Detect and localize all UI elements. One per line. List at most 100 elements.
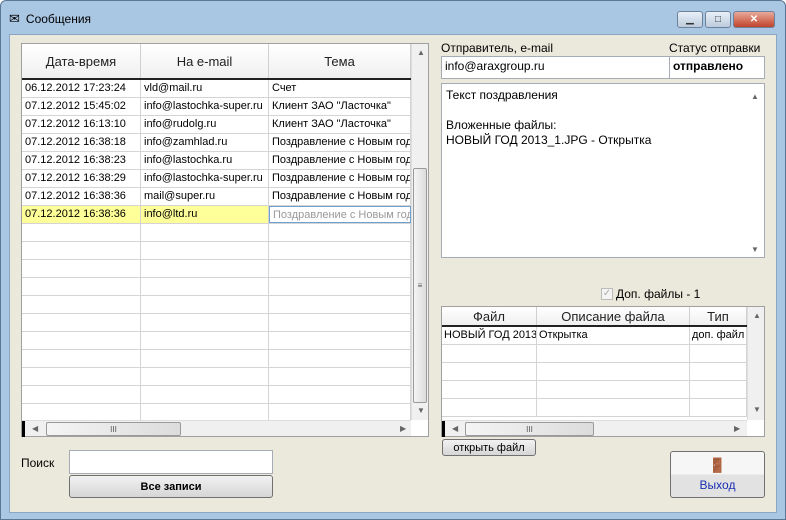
empty-row[interactable] bbox=[22, 368, 411, 386]
table-cell[interactable]: 07.12.2012 16:38:29 bbox=[22, 170, 141, 187]
table-cell[interactable]: vld@mail.ru bbox=[141, 80, 269, 97]
file-cell[interactable]: НОВЫЙ ГОД 2013_1.JPG bbox=[442, 327, 537, 344]
table-cell[interactable]: info@lastochka-super.ru bbox=[141, 98, 269, 115]
files-grid[interactable]: Файл Описание файла Тип НОВЫЙ ГОД 2013_1… bbox=[441, 306, 765, 437]
file-cell[interactable] bbox=[690, 363, 747, 380]
table-row[interactable]: 07.12.2012 16:38:18 info@zamhlad.ru Поздра… bbox=[22, 134, 411, 152]
scroll-up-icon[interactable]: ▲ bbox=[751, 89, 759, 104]
table-cell[interactable]: Поздравление с Новым годом bbox=[269, 206, 411, 223]
table-cell[interactable] bbox=[141, 404, 269, 420]
table-cell[interactable] bbox=[269, 368, 411, 385]
scroll-down-icon[interactable]: ▼ bbox=[751, 242, 759, 257]
messages-grid[interactable]: Дата-время На e-mail Тема 06.12.2012 17:… bbox=[21, 43, 429, 437]
file-cell[interactable] bbox=[690, 399, 747, 416]
empty-row[interactable] bbox=[442, 399, 747, 417]
column-header-type[interactable]: Тип bbox=[690, 307, 747, 325]
table-cell[interactable]: 06.12.2012 17:23:24 bbox=[22, 80, 141, 97]
status-field[interactable]: отправлено bbox=[669, 56, 765, 79]
scroll-up-icon[interactable]: ▲ bbox=[417, 48, 425, 57]
table-row[interactable]: 07.12.2012 16:38:36 mail@super.ru Поздравл… bbox=[22, 188, 411, 206]
empty-row[interactable] bbox=[22, 314, 411, 332]
empty-row[interactable] bbox=[22, 386, 411, 404]
empty-row[interactable] bbox=[442, 381, 747, 399]
table-cell[interactable] bbox=[141, 368, 269, 385]
table-cell[interactable]: 07.12.2012 16:38:36 bbox=[22, 206, 141, 223]
file-cell[interactable] bbox=[537, 381, 690, 398]
table-cell[interactable] bbox=[269, 386, 411, 403]
file-cell[interactable] bbox=[537, 363, 690, 380]
scroll-down-icon[interactable]: ▼ bbox=[417, 406, 425, 415]
table-cell[interactable] bbox=[22, 314, 141, 331]
empty-row[interactable] bbox=[22, 350, 411, 368]
files-hscrollbar[interactable]: ◀ III ▶ bbox=[442, 420, 747, 437]
file-row[interactable]: НОВЫЙ ГОД 2013_1.JPGОткрыткадоп. файл bbox=[442, 327, 747, 345]
empty-row[interactable] bbox=[22, 404, 411, 420]
file-cell[interactable] bbox=[690, 381, 747, 398]
all-records-button[interactable]: Все записи bbox=[69, 475, 273, 498]
messages-vscrollbar[interactable]: ▲ ≡ ▼ bbox=[411, 44, 428, 420]
messages-hscrollbar[interactable]: ◀ III ▶ bbox=[22, 420, 411, 437]
table-cell[interactable] bbox=[269, 350, 411, 367]
scroll-right-icon[interactable]: ▶ bbox=[734, 424, 740, 433]
open-file-button[interactable]: открыть файл bbox=[442, 439, 536, 456]
table-cell[interactable] bbox=[22, 278, 141, 295]
table-cell[interactable] bbox=[141, 296, 269, 313]
table-cell[interactable] bbox=[141, 350, 269, 367]
table-cell[interactable]: info@lastochka.ru bbox=[141, 152, 269, 169]
close-button[interactable]: ✕ bbox=[733, 11, 775, 28]
scroll-left-icon[interactable]: ◀ bbox=[452, 424, 458, 433]
table-cell[interactable] bbox=[22, 224, 141, 241]
table-cell[interactable] bbox=[22, 332, 141, 349]
table-cell[interactable]: info@ltd.ru bbox=[141, 206, 269, 223]
table-cell[interactable] bbox=[22, 386, 141, 403]
table-cell[interactable]: Счет bbox=[269, 80, 411, 97]
table-cell[interactable]: 07.12.2012 16:38:23 bbox=[22, 152, 141, 169]
file-cell[interactable] bbox=[690, 345, 747, 362]
file-cell[interactable]: Открытка bbox=[537, 327, 690, 344]
table-cell[interactable] bbox=[269, 260, 411, 277]
empty-row[interactable] bbox=[22, 224, 411, 242]
table-cell[interactable] bbox=[141, 242, 269, 259]
column-header-datetime[interactable]: Дата-время bbox=[22, 44, 141, 78]
table-cell[interactable] bbox=[141, 314, 269, 331]
empty-row[interactable] bbox=[442, 363, 747, 381]
file-cell[interactable] bbox=[442, 345, 537, 362]
table-cell[interactable] bbox=[22, 404, 141, 420]
table-row[interactable]: 07.12.2012 15:45:02 info@lastochka-super.… bbox=[22, 98, 411, 116]
file-cell[interactable]: доп. файл bbox=[690, 327, 747, 344]
scroll-left-icon[interactable]: ◀ bbox=[32, 424, 38, 433]
minimize-button[interactable]: ▁ bbox=[677, 11, 703, 28]
file-cell[interactable] bbox=[442, 381, 537, 398]
table-cell[interactable] bbox=[22, 368, 141, 385]
column-header-email[interactable]: На e-mail bbox=[141, 44, 269, 78]
table-cell[interactable] bbox=[269, 296, 411, 313]
table-cell[interactable] bbox=[22, 242, 141, 259]
extra-files-checkbox[interactable]: ✓ Доп. файлы - 1 bbox=[601, 287, 700, 301]
table-cell[interactable]: 07.12.2012 15:45:02 bbox=[22, 98, 141, 115]
table-cell[interactable]: 07.12.2012 16:13:10 bbox=[22, 116, 141, 133]
table-cell[interactable] bbox=[22, 296, 141, 313]
table-cell[interactable] bbox=[141, 332, 269, 349]
empty-row[interactable] bbox=[22, 260, 411, 278]
empty-row[interactable] bbox=[22, 296, 411, 314]
table-row[interactable]: 07.12.2012 16:38:23 info@lastochka.ru Позд… bbox=[22, 152, 411, 170]
table-cell[interactable]: Поздравление с Новым годом bbox=[269, 170, 411, 187]
table-cell[interactable] bbox=[269, 332, 411, 349]
scroll-up-icon[interactable]: ▲ bbox=[753, 311, 761, 320]
file-cell[interactable] bbox=[442, 363, 537, 380]
table-cell[interactable]: info@rudolg.ru bbox=[141, 116, 269, 133]
column-header-subject[interactable]: Тема bbox=[269, 44, 411, 78]
file-cell[interactable] bbox=[442, 399, 537, 416]
table-cell[interactable] bbox=[141, 386, 269, 403]
scroll-thumb[interactable]: ≡ bbox=[413, 168, 427, 403]
hscroll-thumb[interactable]: III bbox=[465, 422, 594, 436]
scroll-right-icon[interactable]: ▶ bbox=[400, 424, 406, 433]
empty-row[interactable] bbox=[22, 242, 411, 260]
files-vscrollbar[interactable]: ▲ ▼ bbox=[747, 307, 764, 420]
search-input[interactable] bbox=[69, 450, 273, 474]
table-cell[interactable] bbox=[269, 314, 411, 331]
file-cell[interactable] bbox=[537, 399, 690, 416]
table-cell[interactable] bbox=[269, 404, 411, 420]
message-text-area[interactable]: Текст поздравления Вложенные файлы: НОВЫ… bbox=[441, 83, 765, 258]
table-cell[interactable] bbox=[141, 224, 269, 241]
